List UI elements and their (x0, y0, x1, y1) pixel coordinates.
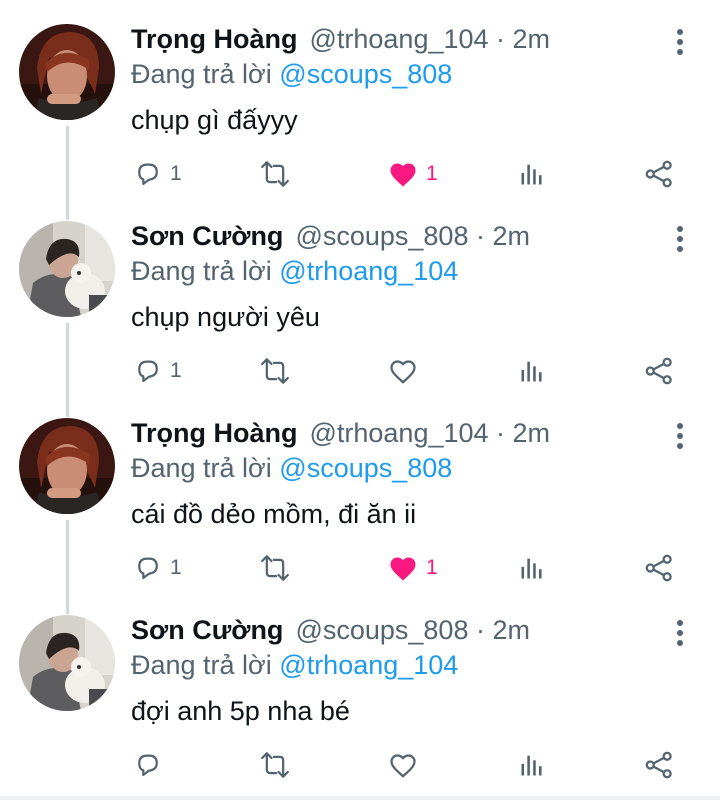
replying-to: Đang trả lời @scoups_808 (131, 57, 452, 91)
like-button[interactable]: 1 (388, 156, 438, 192)
action-bar: 1 (0, 353, 720, 389)
views-button[interactable] (518, 156, 546, 192)
replying-prefix: Đang trả lời (131, 59, 272, 89)
retweet-icon (261, 752, 289, 778)
avatar[interactable] (19, 418, 115, 514)
timestamp[interactable]: · 2m (496, 24, 550, 54)
avatar[interactable] (19, 615, 115, 711)
tweet-header: Trọng Hoàng @trhoang_104 · 2m (131, 22, 550, 56)
divider (0, 796, 720, 800)
reply-icon (138, 754, 158, 777)
handle[interactable]: @scoups_808 (295, 615, 468, 645)
more-options-icon[interactable] (668, 224, 692, 254)
reply-count: 1 (170, 359, 182, 382)
tweet-header: Sơn Cường @scoups_808 · 2m (131, 219, 530, 253)
replying-prefix: Đang trả lời (131, 256, 272, 286)
views-button[interactable] (518, 550, 546, 586)
tweet-text: chụp người yêu (131, 302, 320, 332)
more-options-icon[interactable] (668, 27, 692, 57)
analytics-icon (521, 558, 542, 579)
views-button[interactable] (518, 747, 546, 783)
retweet-button[interactable] (258, 550, 300, 586)
like-button[interactable] (388, 747, 426, 783)
reply-mention[interactable]: @scoups_808 (279, 453, 452, 483)
action-bar: 1 1 (0, 550, 720, 586)
like-count: 1 (426, 162, 438, 185)
retweet-icon (261, 161, 289, 187)
heart-filled-icon (390, 163, 416, 187)
timestamp[interactable]: · 2m (496, 418, 550, 448)
replying-to: Đang trả lời @scoups_808 (131, 451, 452, 485)
heart-icon (390, 754, 416, 778)
share-icon (645, 357, 672, 385)
share-icon (645, 160, 672, 188)
share-button[interactable] (644, 353, 674, 389)
timestamp[interactable]: · 2m (476, 615, 530, 645)
reply-mention[interactable]: @scoups_808 (279, 59, 452, 89)
display-name[interactable]: Sơn Cường (131, 615, 283, 645)
replying-prefix: Đang trả lời (131, 453, 272, 483)
action-bar (0, 747, 720, 783)
display-name[interactable]: Sơn Cường (131, 221, 283, 251)
share-button[interactable] (644, 156, 674, 192)
more-options-icon[interactable] (668, 421, 692, 451)
more-options-icon[interactable] (668, 618, 692, 648)
reply-icon (138, 360, 158, 383)
avatar[interactable] (19, 24, 115, 120)
retweet-button[interactable] (258, 156, 300, 192)
timestamp[interactable]: · 2m (476, 221, 530, 251)
reply-button[interactable]: 1 (134, 550, 182, 586)
tweet[interactable]: Trọng Hoàng @trhoang_104 · 2m Đang trả lờ… (0, 0, 720, 197)
tweet-text: chụp gì đấyyy (131, 105, 298, 135)
like-count: 1 (426, 556, 438, 579)
replying-to: Đang trả lời @trhoang_104 (131, 648, 458, 682)
handle[interactable]: @trhoang_104 (309, 24, 488, 54)
reply-button[interactable] (134, 747, 170, 783)
heart-filled-icon (390, 557, 416, 581)
action-bar: 1 1 (0, 156, 720, 192)
reply-mention[interactable]: @trhoang_104 (279, 256, 458, 286)
replying-prefix: Đang trả lời (131, 650, 272, 680)
retweet-icon (261, 358, 289, 384)
reply-mention[interactable]: @trhoang_104 (279, 650, 458, 680)
display-name[interactable]: Trọng Hoàng (131, 24, 297, 54)
reply-icon (138, 163, 158, 186)
tweet-text: đợi anh 5p nha bé (131, 696, 350, 726)
retweet-button[interactable] (258, 747, 300, 783)
reply-count: 1 (170, 162, 182, 185)
share-button[interactable] (644, 747, 674, 783)
views-button[interactable] (518, 353, 546, 389)
reply-button[interactable]: 1 (134, 156, 182, 192)
tweet-header: Sơn Cường @scoups_808 · 2m (131, 613, 530, 647)
reply-count: 1 (170, 556, 182, 579)
reply-button[interactable]: 1 (134, 353, 182, 389)
like-button[interactable]: 1 (388, 550, 438, 586)
retweet-icon (261, 555, 289, 581)
analytics-icon (521, 164, 542, 185)
like-button[interactable] (388, 353, 426, 389)
handle[interactable]: @scoups_808 (295, 221, 468, 251)
tweet[interactable]: Trọng Hoàng @trhoang_104 · 2m Đang trả lờ… (0, 394, 720, 591)
tweet-text: cái đồ dẻo mồm, đi ăn ii (131, 499, 417, 529)
analytics-icon (521, 755, 542, 776)
share-button[interactable] (644, 550, 674, 586)
share-icon (645, 554, 672, 582)
share-icon (645, 751, 672, 779)
tweet[interactable]: Sơn Cường @scoups_808 · 2m Đang trả lời @… (0, 591, 720, 788)
analytics-icon (521, 361, 542, 382)
replying-to: Đang trả lời @trhoang_104 (131, 254, 458, 288)
reply-icon (138, 557, 158, 580)
display-name[interactable]: Trọng Hoàng (131, 418, 297, 448)
heart-icon (390, 360, 416, 384)
avatar[interactable] (19, 221, 115, 317)
tweet-header: Trọng Hoàng @trhoang_104 · 2m (131, 416, 550, 450)
tweet[interactable]: Sơn Cường @scoups_808 · 2m Đang trả lời @… (0, 197, 720, 394)
retweet-button[interactable] (258, 353, 300, 389)
handle[interactable]: @trhoang_104 (309, 418, 488, 448)
